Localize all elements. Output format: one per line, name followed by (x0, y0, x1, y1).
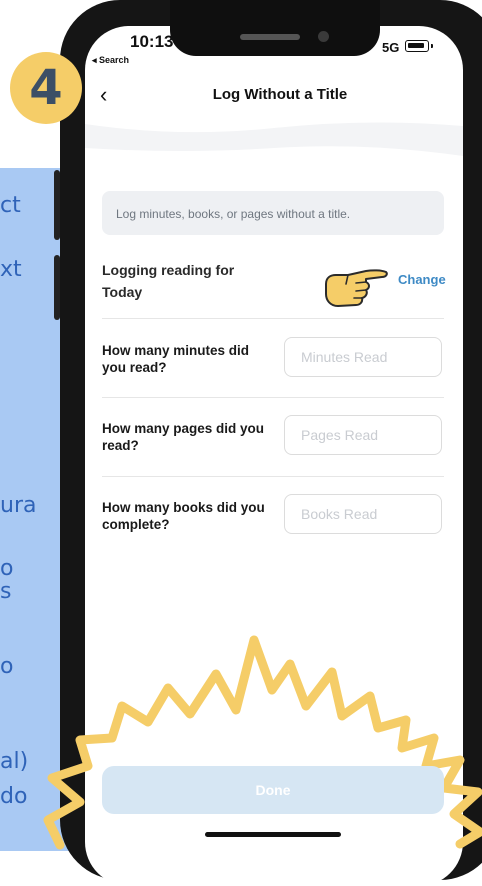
logging-for-label: Logging reading for (102, 262, 235, 278)
background-text-line: xt (0, 257, 22, 282)
camera (318, 31, 329, 42)
battery-icon (405, 40, 429, 52)
background-text-line: o (0, 654, 14, 679)
background-text-line: s (0, 579, 12, 604)
background-text-line: al) (0, 749, 29, 774)
header-wave (85, 122, 463, 156)
phone-side-button (54, 170, 60, 240)
pages-question-label: How many pages did you read? (102, 421, 265, 453)
speaker (240, 34, 300, 40)
minutes-input[interactable] (285, 338, 441, 376)
network-indicator: 5G (382, 40, 400, 55)
starburst-highlight (43, 635, 482, 850)
back-to-search-link[interactable]: ◂ Search (92, 55, 129, 66)
notch (170, 0, 380, 56)
home-indicator (205, 832, 341, 837)
background-text-line: ura (0, 493, 37, 518)
background-text-line: ct (0, 193, 21, 218)
status-time: 10:13 (130, 32, 174, 51)
change-date-button[interactable]: Change (398, 272, 446, 287)
divider (102, 476, 444, 477)
battery-tip (431, 44, 433, 48)
pages-field[interactable] (284, 415, 442, 455)
minutes-question-label: How many minutes did you read? (102, 343, 250, 375)
background-text-line: do (0, 784, 28, 809)
done-button[interactable]: Done (102, 766, 444, 814)
step-badge: 4 (10, 52, 82, 124)
books-question-label: How many books did you complete? (102, 500, 265, 532)
back-chevron-icon[interactable]: ‹ (100, 82, 107, 108)
books-input[interactable] (285, 495, 441, 533)
page-title: Log Without a Title (212, 86, 348, 103)
books-field[interactable] (284, 494, 442, 534)
pointing-hand-icon (325, 269, 388, 307)
info-text: Log minutes, books, or pages without a t… (116, 207, 351, 221)
logging-date-value: Today (102, 284, 143, 300)
divider (102, 397, 444, 398)
pages-input[interactable] (285, 416, 441, 454)
divider (102, 318, 444, 319)
minutes-field[interactable] (284, 337, 442, 377)
background-text-line: o (0, 556, 14, 581)
phone-side-button (54, 255, 60, 320)
